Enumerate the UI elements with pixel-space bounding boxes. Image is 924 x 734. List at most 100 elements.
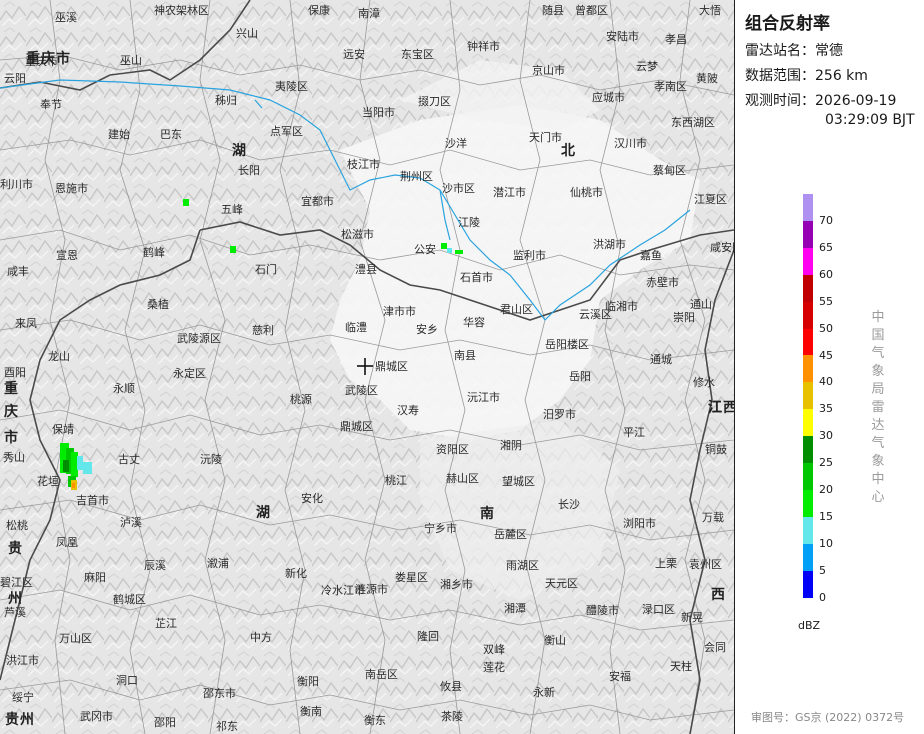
province-label: 州 xyxy=(8,591,23,607)
legend-unit: dBZ xyxy=(798,619,821,632)
radar-map[interactable]: 巫溪 神农架林区 保康 南漳 随县 曾都区 大悟 兴山 远安 东宝区 钟祥市 安陆市 孝昌 重庆市 巫山 云阳… xyxy=(0,0,735,734)
place-label: 祁东 xyxy=(216,720,238,733)
legend-label-10: 10 xyxy=(819,536,833,550)
place-label: 雨湖区 xyxy=(506,559,539,572)
place-label: 江陵 xyxy=(458,216,480,229)
province-label: 贵州 xyxy=(5,712,35,728)
place-label: 涟源市 xyxy=(355,583,388,596)
place-label: 溆浦 xyxy=(207,557,229,570)
place-label: 云阳 xyxy=(4,72,26,85)
place-label: 绥宁 xyxy=(12,691,34,704)
province-label: 江西 xyxy=(708,400,735,416)
place-label: 南岳区 xyxy=(365,668,398,681)
place-label: 东西湖区 xyxy=(671,116,715,129)
legend-swatch-45 xyxy=(803,328,813,356)
place-label: 奉节 xyxy=(40,98,62,111)
place-label: 古丈 xyxy=(118,453,140,466)
station-label: 雷达站名： xyxy=(745,43,815,59)
place-label: 监利市 xyxy=(513,249,546,262)
province-label: 重庆市 xyxy=(26,51,71,67)
province-label: 庆 xyxy=(4,404,19,420)
place-label: 武冈市 xyxy=(80,710,113,723)
place-label: 浏阳市 xyxy=(623,517,656,530)
map-approval-number: 审图号：GS京 (2022) 0372号 xyxy=(751,711,905,724)
place-label: 秭归 xyxy=(215,94,237,107)
time-label: 观测时间： xyxy=(745,93,815,109)
place-label: 铜鼓 xyxy=(705,443,727,456)
place-label: 衡东 xyxy=(364,714,386,727)
place-label: 湘潭 xyxy=(504,602,526,615)
place-label: 汉寿 xyxy=(397,404,419,417)
place-label: 新化 xyxy=(285,567,307,580)
place-label: 衡山 xyxy=(544,634,566,647)
place-label: 衡阳 xyxy=(297,675,319,688)
legend-label-0: 0 xyxy=(819,590,826,604)
place-label: 永顺 xyxy=(113,382,135,395)
place-label: 衡南 xyxy=(300,705,322,718)
place-label: 石门 xyxy=(255,263,277,276)
province-label: 市 xyxy=(4,430,19,446)
place-label: 安乡 xyxy=(416,323,438,336)
place-label: 利川市 xyxy=(0,178,33,191)
legend-label-25: 25 xyxy=(819,456,833,470)
place-label: 龙山 xyxy=(48,350,70,363)
place-label: 袁州区 xyxy=(689,558,722,571)
place-label: 岳麓区 xyxy=(494,528,527,541)
place-label: 通山 xyxy=(690,298,712,311)
place-label: 神农架林区 xyxy=(154,4,209,17)
place-label: 枝江市 xyxy=(347,158,380,171)
place-label: 茶陵 xyxy=(441,710,463,723)
place-label: 麻阳 xyxy=(84,571,106,584)
place-label: 万载 xyxy=(702,511,724,524)
province-label: 重 xyxy=(4,381,19,397)
legend-label-65: 65 xyxy=(819,240,833,254)
place-label: 天元区 xyxy=(545,577,578,590)
time-row: 观测时间：2026-09-19 xyxy=(745,92,896,111)
place-label: 永新 xyxy=(533,686,555,699)
place-label: 双峰 xyxy=(483,643,505,656)
place-label: 莲花 xyxy=(483,661,505,674)
place-label: 咸丰 xyxy=(7,265,29,278)
product-title: 组合反射率 xyxy=(745,14,830,34)
time-date: 2026-09-19 xyxy=(815,93,897,109)
place-label: 恩施市 xyxy=(55,182,88,195)
legend-label-50: 50 xyxy=(819,321,833,335)
province-label: 西 xyxy=(711,587,726,603)
place-label: 嘉鱼 xyxy=(640,249,662,262)
place-label: 通城 xyxy=(650,353,672,366)
legend-label-45: 45 xyxy=(819,348,833,362)
place-label: 芷江 xyxy=(155,617,177,630)
place-label: 巫溪 xyxy=(55,11,77,24)
place-label: 沙市区 xyxy=(442,182,475,195)
place-label: 安化 xyxy=(301,492,323,505)
place-label: 随县 xyxy=(542,4,564,17)
place-label: 汨罗市 xyxy=(543,408,576,421)
place-label: 渌口区 xyxy=(642,603,675,616)
place-label: 武陵源区 xyxy=(177,332,221,345)
place-label: 洪江市 xyxy=(6,654,39,667)
place-label: 点军区 xyxy=(270,125,303,138)
legend-swatch-0 xyxy=(803,570,813,598)
place-label: 上栗 xyxy=(655,557,677,570)
legend-swatch-25 xyxy=(803,436,813,464)
place-label: 洞口 xyxy=(116,674,138,687)
place-label: 建始 xyxy=(108,128,130,141)
place-label: 安陆市 xyxy=(606,30,639,43)
place-label: 当阳市 xyxy=(362,106,395,119)
place-label: 湘阴 xyxy=(500,439,522,452)
place-label: 平江 xyxy=(623,426,645,439)
place-label: 万山区 xyxy=(59,632,92,645)
place-label: 桑植 xyxy=(147,298,169,311)
place-label: 岳阳楼区 xyxy=(545,338,589,351)
place-label: 花垣 xyxy=(37,475,59,488)
legend-swatch-55 xyxy=(803,274,813,302)
place-label: 辰溪 xyxy=(144,559,166,572)
range-value: 256 km xyxy=(815,68,868,84)
place-label: 凤凰 xyxy=(56,536,78,549)
place-label: 澧县 xyxy=(355,263,377,276)
legend-swatch-35 xyxy=(803,382,813,410)
place-label: 兴山 xyxy=(236,27,258,40)
place-label: 芦溪 xyxy=(4,606,26,619)
place-label: 津市市 xyxy=(383,305,416,318)
station-row: 雷达站名：常德 xyxy=(745,42,843,61)
